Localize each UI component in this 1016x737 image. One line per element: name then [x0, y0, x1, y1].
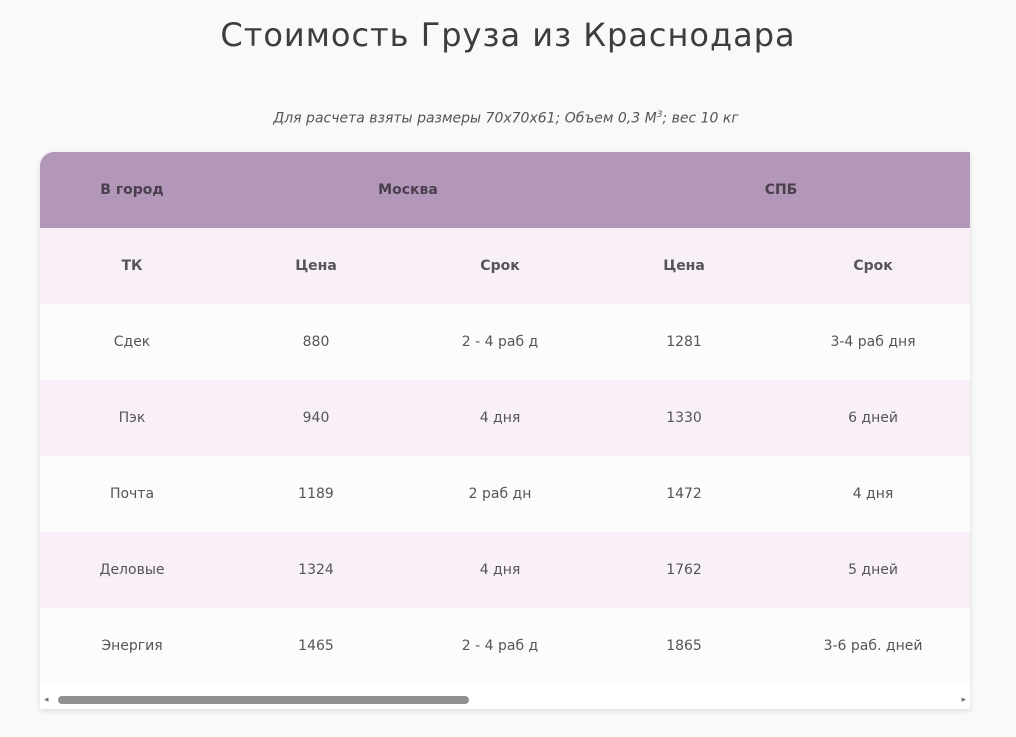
table-row: Деловые 1324 4 дня 1762 5 дней — [40, 532, 970, 608]
column-header-spb-price: Цена — [592, 228, 777, 304]
cell-moscow-term: 2 раб дн — [408, 456, 593, 532]
cell-company: Деловые — [40, 532, 224, 608]
scroll-right-arrow-icon[interactable]: ▸ — [961, 694, 966, 707]
cell-company: Почта — [40, 456, 224, 532]
subtitle-suffix: ; вес 10 кг — [662, 110, 739, 127]
cell-company: Энергия — [40, 608, 224, 684]
column-header-moscow-price: Цена — [224, 228, 408, 304]
page-title: Стоимость Груза из Краснодара — [220, 16, 796, 54]
scrollbar-thumb[interactable] — [58, 696, 469, 704]
column-header-tk: ТК — [40, 228, 224, 304]
cell-company: Пэк — [40, 380, 224, 456]
cell-spb-term: 5 дней — [776, 532, 970, 608]
horizontal-scrollbar[interactable]: ◂ ▸ — [40, 692, 970, 709]
cell-spb-term: 6 дней — [776, 380, 970, 456]
header-city-label: В город — [40, 152, 224, 228]
cell-moscow-term: 2 - 4 раб д — [408, 608, 593, 684]
cell-moscow-term: 4 дня — [408, 532, 593, 608]
price-table-container: В город Москва СПБ ТК Цена Срок Цена Сро… — [40, 152, 970, 709]
cell-company: Сдек — [40, 304, 224, 380]
cell-spb-term: 4 дня — [776, 456, 970, 532]
cell-spb-price: 1330 — [592, 380, 777, 456]
cell-moscow-term: 2 - 4 раб д — [408, 304, 593, 380]
header-moscow: Москва — [224, 152, 593, 228]
cell-spb-price: 1865 — [592, 608, 777, 684]
cell-spb-term: 3-4 раб дня — [776, 304, 970, 380]
cell-moscow-price: 1324 — [224, 532, 408, 608]
cell-spb-price: 1472 — [592, 456, 777, 532]
subtitle: Для расчета взяты размеры 70х70х61; Объе… — [0, 110, 1012, 127]
table-row: Почта 1189 2 раб дн 1472 4 дня — [40, 456, 970, 532]
cell-moscow-price: 1189 — [224, 456, 408, 532]
cell-moscow-price: 880 — [224, 304, 408, 380]
column-header-moscow-term: Срок — [408, 228, 593, 304]
table-subheader-row: ТК Цена Срок Цена Срок — [40, 228, 970, 304]
column-header-spb-term: Срок — [776, 228, 970, 304]
cell-moscow-price: 940 — [224, 380, 408, 456]
table-row: Сдек 880 2 - 4 раб д 1281 3-4 раб дня — [40, 304, 970, 380]
table-row: Пэк 940 4 дня 1330 6 дней — [40, 380, 970, 456]
header-spb: СПБ — [592, 152, 970, 228]
cell-moscow-term: 4 дня — [408, 380, 593, 456]
subtitle-text: Для расчета взяты размеры 70х70х61; Объе… — [273, 110, 657, 127]
scroll-left-arrow-icon[interactable]: ◂ — [44, 694, 49, 707]
cell-spb-price: 1762 — [592, 532, 777, 608]
cell-spb-price: 1281 — [592, 304, 777, 380]
cell-moscow-price: 1465 — [224, 608, 408, 684]
cell-spb-term: 3-6 раб. дней — [776, 608, 970, 684]
price-table: В город Москва СПБ ТК Цена Срок Цена Сро… — [40, 152, 970, 684]
table-row: Энергия 1465 2 - 4 раб д 1865 3-6 раб. д… — [40, 608, 970, 684]
table-header-row: В город Москва СПБ — [40, 152, 970, 228]
